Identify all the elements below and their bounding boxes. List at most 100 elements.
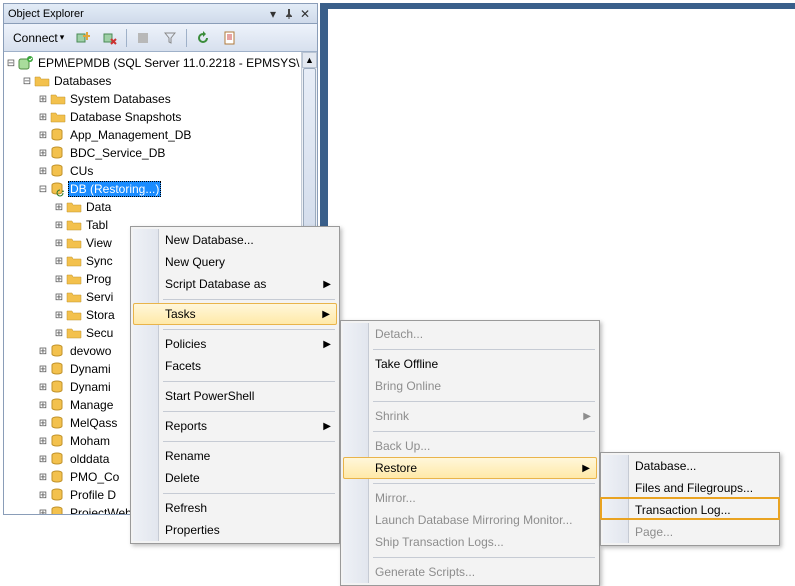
expand-icon[interactable]: ⊞ <box>36 506 50 514</box>
expand-icon[interactable]: ⊞ <box>36 92 50 106</box>
tree-label: EPM\EPMDB (SQL Server 11.0.2218 - EPMSYS… <box>36 56 301 70</box>
tree-label: Secu <box>84 326 115 340</box>
expand-icon[interactable]: ⊞ <box>36 362 50 376</box>
tree-node[interactable]: ⊞ CUs <box>4 162 317 180</box>
expand-icon[interactable]: ⊞ <box>36 146 50 160</box>
expand-icon[interactable]: ⊞ <box>52 326 66 340</box>
menu-item: Page... <box>603 521 777 543</box>
menu-item[interactable]: New Query <box>133 251 337 273</box>
toolbar-btn-filter[interactable] <box>157 27 183 49</box>
pin-icon[interactable] <box>281 7 297 21</box>
menu-separator <box>163 491 335 495</box>
menu-item-label: Reports <box>165 419 207 433</box>
expand-icon[interactable]: ⊞ <box>36 128 50 142</box>
tree-node-databases[interactable]: ⊟ Databases <box>4 72 317 90</box>
expand-icon[interactable]: ⊞ <box>36 434 50 448</box>
tree-node[interactable]: ⊞ Data <box>4 198 317 216</box>
menu-item[interactable]: Facets <box>133 355 337 377</box>
expand-icon[interactable]: ⊞ <box>52 218 66 232</box>
panel-header[interactable]: Object Explorer ▾ ✕ <box>4 4 317 24</box>
menu-item: Mirror... <box>343 487 597 509</box>
tree-node[interactable]: ⊞ BDC_Service_DB <box>4 144 317 162</box>
connect-button[interactable]: Connect ▾ <box>8 27 69 49</box>
dropdown-icon[interactable]: ▾ <box>265 7 281 21</box>
menu-item[interactable]: Files and Filegroups... <box>603 477 777 499</box>
expand-icon[interactable]: ⊞ <box>36 488 50 502</box>
expand-icon[interactable]: ⊞ <box>36 110 50 124</box>
tree-node[interactable]: ⊞ App_Management_DB <box>4 126 317 144</box>
folder-icon <box>66 199 82 215</box>
menu-item-label: Database... <box>635 459 696 473</box>
menu-item-label: Files and Filegroups... <box>635 481 753 495</box>
tree-node-db-restoring[interactable]: ⊟ DB (Restoring...) <box>4 180 317 198</box>
menu-item[interactable]: Reports▶ <box>133 415 337 437</box>
submenu-restore: Database... Files and Filegroups... Tran… <box>600 452 780 546</box>
menu-item[interactable]: New Database... <box>133 229 337 251</box>
collapse-icon[interactable]: ⊟ <box>20 74 34 88</box>
toolbar-btn-stop[interactable] <box>130 27 156 49</box>
menu-item[interactable]: Refresh <box>133 497 337 519</box>
tree-node[interactable]: ⊞ Database Snapshots <box>4 108 317 126</box>
menu-item-label: Facets <box>165 359 201 373</box>
menu-item[interactable]: Restore▶ <box>343 457 597 479</box>
toolbar-btn-refresh[interactable] <box>190 27 216 49</box>
expand-icon[interactable]: ⊞ <box>36 452 50 466</box>
menu-item[interactable]: Script Database as▶ <box>133 273 337 295</box>
database-icon <box>50 361 66 377</box>
menu-item[interactable]: Start PowerShell <box>133 385 337 407</box>
filter-icon <box>162 30 178 46</box>
database-icon <box>50 127 66 143</box>
menu-item-label: Take Offline <box>375 357 438 371</box>
close-icon[interactable]: ✕ <box>297 7 313 21</box>
menu-item[interactable]: Policies▶ <box>133 333 337 355</box>
expand-icon[interactable]: ⊞ <box>52 290 66 304</box>
toolbar-btn-script[interactable] <box>217 27 243 49</box>
menu-item[interactable]: Tasks▶ <box>133 303 337 325</box>
expand-icon[interactable]: ⊞ <box>52 272 66 286</box>
expand-icon[interactable]: ⊞ <box>52 254 66 268</box>
menu-separator <box>163 297 335 301</box>
tree-label: Stora <box>84 308 117 322</box>
database-icon <box>50 469 66 485</box>
tree-label: devowo <box>68 344 113 358</box>
menu-separator <box>373 399 595 403</box>
server-icon <box>18 55 34 71</box>
expand-icon[interactable]: ⊞ <box>36 398 50 412</box>
tree-node-server[interactable]: ⊟ EPM\EPMDB (SQL Server 11.0.2218 - EPMS… <box>4 54 317 72</box>
tree-node[interactable]: ⊞ System Databases <box>4 90 317 108</box>
collapse-icon[interactable]: ⊟ <box>4 56 18 70</box>
menu-item: Detach... <box>343 323 597 345</box>
menu-item[interactable]: Transaction Log... <box>603 499 777 521</box>
collapse-icon[interactable]: ⊟ <box>36 182 50 196</box>
expand-icon[interactable]: ⊞ <box>36 164 50 178</box>
database-icon <box>50 451 66 467</box>
expand-icon[interactable]: ⊞ <box>36 470 50 484</box>
menu-item[interactable]: Database... <box>603 455 777 477</box>
menu-item[interactable]: Properties <box>133 519 337 541</box>
expand-icon[interactable]: ⊞ <box>52 236 66 250</box>
menu-item-label: Properties <box>165 523 220 537</box>
menu-item-label: Rename <box>165 449 210 463</box>
expand-icon[interactable]: ⊞ <box>36 344 50 358</box>
toolbar-btn-2[interactable] <box>97 27 123 49</box>
tree-label-selected: DB (Restoring...) <box>68 181 161 197</box>
database-icon <box>50 487 66 503</box>
tree-label: BDC_Service_DB <box>68 146 167 160</box>
expand-icon[interactable]: ⊞ <box>52 308 66 322</box>
menu-separator <box>373 481 595 485</box>
toolbar-btn-1[interactable] <box>70 27 96 49</box>
tree-label: Servi <box>84 290 115 304</box>
expand-icon[interactable]: ⊞ <box>36 380 50 394</box>
expand-icon[interactable]: ⊞ <box>36 416 50 430</box>
menu-item[interactable]: Delete <box>133 467 337 489</box>
database-icon <box>50 397 66 413</box>
scroll-up-icon[interactable]: ▲ <box>302 52 317 68</box>
stop-icon <box>135 30 151 46</box>
menu-item[interactable]: Rename <box>133 445 337 467</box>
menu-item: Launch Database Mirroring Monitor... <box>343 509 597 531</box>
menu-item: Bring Online <box>343 375 597 397</box>
menu-separator <box>373 347 595 351</box>
database-icon <box>50 505 66 514</box>
expand-icon[interactable]: ⊞ <box>52 200 66 214</box>
menu-item[interactable]: Take Offline <box>343 353 597 375</box>
